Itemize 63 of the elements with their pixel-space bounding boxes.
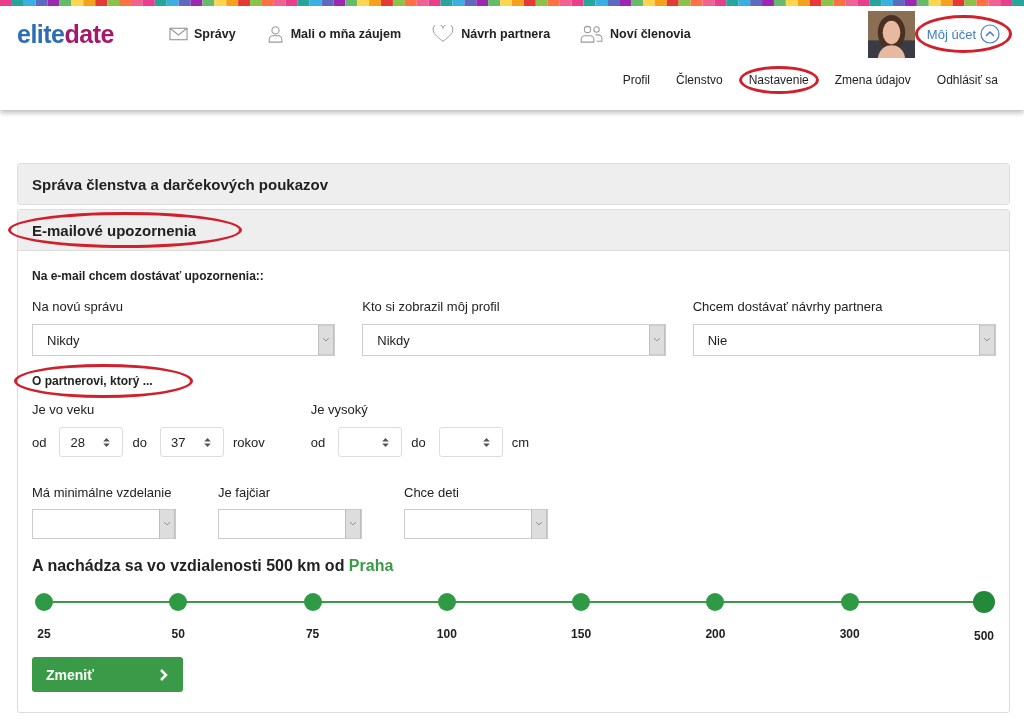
slider-stop[interactable] [169, 593, 188, 611]
slider-tick-label: 150 [571, 627, 592, 641]
slider-stop[interactable] [572, 593, 591, 611]
submenu-link[interactable]: Profil [622, 71, 650, 89]
field-label: Je fajčiar [218, 485, 272, 500]
nav-link[interactable]: Správy [169, 25, 236, 43]
field-label: Má minimálne vzdelanie [32, 485, 173, 500]
number-field[interactable]: 28 [59, 427, 124, 457]
dropdown-arrow-icon [648, 325, 665, 355]
slider-stop[interactable] [303, 593, 322, 611]
field-label: Chcem dostávať návrhy partnera [692, 299, 884, 314]
nav-link[interactable]: Mali o mňa záujem [265, 25, 402, 43]
unit-label: cm [511, 434, 529, 450]
envelope-icon [169, 25, 188, 43]
slider-tick-label: 200 [705, 627, 726, 641]
accordion-header[interactable]: Správa členstva a darčekových poukazov [18, 164, 1009, 204]
submenu-link[interactable]: Členstvo [676, 71, 723, 89]
dropdown-arrow-icon [345, 509, 361, 539]
dropdown[interactable]: Nikdy [32, 324, 336, 356]
slider-stop[interactable] [706, 593, 725, 611]
dropdown-arrow-icon [979, 325, 995, 355]
nav-link[interactable]: Návrh partnera [431, 25, 551, 43]
slider-tick-label: 500 [973, 629, 994, 643]
field-label: Je vysoký [310, 402, 369, 417]
slider-stop[interactable] [840, 593, 859, 611]
slider-tick-label: 50 [171, 627, 185, 641]
submenu-link[interactable]: Odhlásiť sa [936, 71, 998, 89]
field-label: Kto si zobrazil môj profil [362, 299, 501, 314]
dropdown[interactable]: Nie [692, 324, 996, 356]
logo[interactable]: elitedate [17, 19, 157, 49]
field-label: Chce deti [404, 485, 460, 500]
people-icon [580, 25, 605, 43]
submit-button[interactable]: Zmeniť [32, 657, 183, 692]
range-label: do [132, 434, 147, 450]
slider-tick-label: 100 [436, 627, 457, 641]
chevron-right-icon [159, 667, 169, 682]
field-label: Je vo veku [32, 402, 96, 417]
number-field[interactable] [438, 427, 503, 457]
range-label: od [32, 434, 47, 450]
heart-icon [431, 25, 456, 43]
nav-link[interactable]: Noví členovia [580, 25, 691, 43]
dropdown[interactable]: Nikdy [362, 324, 666, 356]
range-label: do [411, 434, 426, 450]
dropdown-arrow-icon [318, 325, 335, 355]
slider-stop[interactable] [437, 593, 456, 611]
submenu-link[interactable]: Nastavenie [748, 71, 809, 89]
field-label: Na novú správu [32, 299, 125, 314]
slider-stop[interactable] [35, 593, 53, 611]
slider-tick-label: 75 [305, 627, 320, 641]
account-menu-link[interactable]: Môj účet [924, 20, 1002, 48]
dropdown-arrow-icon [159, 509, 175, 539]
range-label: od [310, 434, 326, 450]
dropdown-arrow-icon [531, 509, 547, 539]
distance-heading: A nachádza sa vo vzdialenosti 500 km od Praha [32, 557, 395, 575]
unit-label: rokov [232, 434, 265, 450]
submenu-link[interactable]: Zmena údajov [834, 71, 911, 89]
slider-tick-label: 25 [37, 627, 51, 641]
form-heading: O partnerovi, ktorý ... [32, 374, 153, 388]
slider-tick-label: 300 [839, 627, 860, 641]
slider-stop[interactable] [972, 591, 995, 613]
number-field[interactable] [338, 427, 403, 457]
form-heading: Na e-mail chcem dostávať upozornenia:: [32, 269, 265, 283]
number-field[interactable]: 37 [159, 427, 224, 457]
